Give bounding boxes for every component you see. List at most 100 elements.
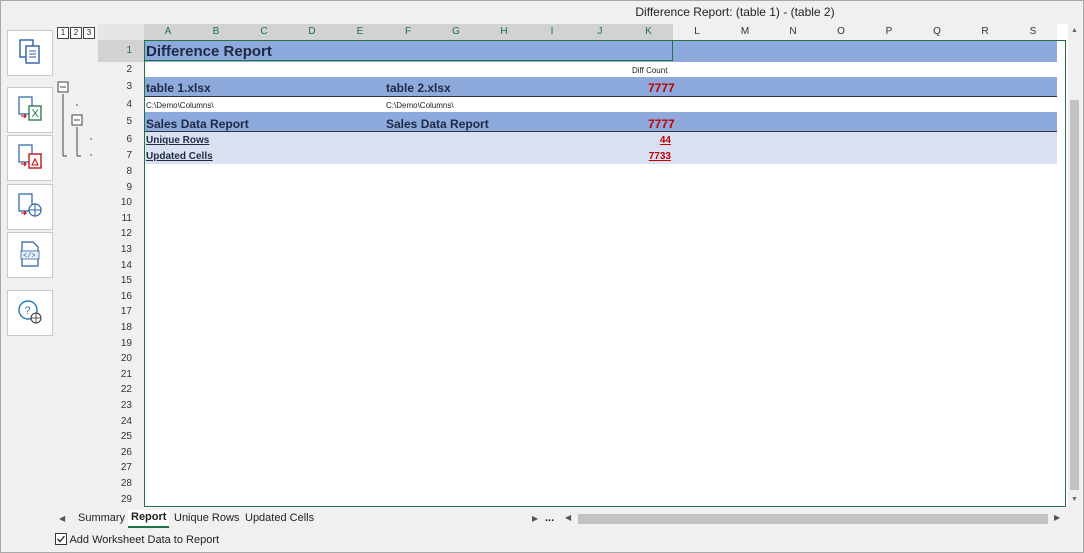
row-header-11[interactable]: 11	[98, 210, 144, 227]
left-sheet-name[interactable]: Sales Data Report	[146, 117, 249, 131]
row-header-29[interactable]: 29	[98, 491, 144, 508]
tab-next-icon[interactable]: ▶	[532, 511, 538, 526]
row-header-27[interactable]: 27	[98, 460, 144, 477]
add-worksheet-data-label: Add Worksheet Data to Report	[69, 534, 220, 546]
column-header-q[interactable]: Q	[913, 24, 961, 40]
column-header-h[interactable]: H	[480, 24, 528, 40]
sheet-border	[144, 40, 1066, 507]
unique-rows-link[interactable]: Unique Rows	[146, 135, 209, 146]
column-header-a[interactable]: A	[144, 24, 192, 40]
column-header-o[interactable]: O	[817, 24, 865, 40]
row-header-16[interactable]: 16	[98, 288, 144, 305]
right-sheet-name[interactable]: Sales Data Report	[386, 117, 489, 131]
column-header-e[interactable]: E	[336, 24, 384, 40]
report-title[interactable]: Difference Report	[146, 43, 272, 60]
row-header-19[interactable]: 19	[98, 335, 144, 352]
export-xml-button[interactable]: </>	[7, 232, 53, 278]
column-header-b[interactable]: B	[192, 24, 240, 40]
row-header-20[interactable]: 20	[98, 351, 144, 368]
scroll-right-icon[interactable]: ▶	[1054, 513, 1060, 522]
sheet-diff-count[interactable]: 7777	[648, 117, 675, 131]
scroll-up-icon[interactable]: ▲	[1071, 27, 1078, 34]
column-header-f[interactable]: F	[384, 24, 432, 40]
column-header-n[interactable]: N	[769, 24, 817, 40]
outline-level-3-button[interactable]: 3	[83, 27, 95, 39]
outline-level-2-button[interactable]: 2	[70, 27, 82, 39]
row-header-13[interactable]: 13	[98, 242, 144, 258]
tab-summary[interactable]: Summary	[78, 511, 125, 526]
column-header-c[interactable]: C	[240, 24, 288, 40]
row-header-23[interactable]: 23	[98, 398, 144, 414]
row-header-22[interactable]: 22	[98, 382, 144, 399]
vertical-scroll-thumb[interactable]	[1070, 100, 1079, 490]
row-header-4[interactable]: 4	[98, 97, 144, 112]
column-header-g[interactable]: G	[432, 24, 480, 40]
horizontal-scrollbar[interactable]: ◀ ▶	[560, 512, 1065, 526]
row-header-12[interactable]: 12	[98, 226, 144, 243]
horizontal-scroll-thumb[interactable]	[578, 514, 1048, 524]
column-header-l[interactable]: L	[673, 24, 721, 40]
left-file-name[interactable]: table 1.xlsx	[146, 81, 211, 95]
row-band-stats	[145, 132, 1057, 164]
unique-rows-count[interactable]: 44	[638, 135, 671, 146]
row-header-18[interactable]: 18	[98, 320, 144, 336]
tab-unique-rows[interactable]: Unique Rows	[174, 511, 239, 526]
outline-level-1-button[interactable]: 1	[57, 27, 69, 39]
row-header-28[interactable]: 28	[98, 476, 144, 492]
select-all-corner[interactable]	[98, 24, 144, 40]
row-header-7[interactable]: 7	[98, 148, 144, 164]
export-web-button[interactable]	[7, 184, 53, 230]
row-header-3[interactable]: 3	[98, 77, 144, 97]
updated-cells-link[interactable]: Updated Cells	[146, 151, 213, 162]
spreadsheet-grid[interactable]: ABCDEFGHIJKLMNOPQRS 1 2 3 4 5 6 7 8 9 10 11 12 13 14 1…	[98, 24, 1068, 508]
copy-button[interactable]	[7, 30, 53, 76]
scroll-down-icon[interactable]: ▼	[1071, 496, 1078, 503]
column-header-d[interactable]: D	[288, 24, 336, 40]
row-header-26[interactable]: 26	[98, 444, 144, 461]
row-header-9[interactable]: 9	[98, 179, 144, 196]
row-header-21[interactable]: 21	[98, 366, 144, 383]
help-web-icon: ?	[17, 299, 43, 328]
tab-prev-icon[interactable]: ◀	[59, 511, 65, 526]
updated-cells-count[interactable]: 7733	[638, 151, 671, 162]
row-header-14[interactable]: 14	[98, 257, 144, 274]
help-button[interactable]: ?	[7, 290, 53, 336]
row-header-1[interactable]: 1	[98, 40, 144, 62]
column-header-m[interactable]: M	[721, 24, 769, 40]
right-file-name[interactable]: table 2.xlsx	[386, 81, 451, 95]
export-xml-icon: </>	[17, 240, 43, 270]
svg-text:?: ?	[25, 305, 31, 317]
file-diff-count[interactable]: 7777	[648, 81, 675, 95]
outline-gutter	[57, 81, 92, 157]
row-header-2[interactable]: 2	[98, 62, 144, 77]
row-header-8[interactable]: 8	[98, 164, 144, 180]
row-header-10[interactable]: 10	[98, 195, 144, 212]
column-header-j[interactable]: J	[576, 24, 624, 40]
column-header-r[interactable]: R	[961, 24, 1009, 40]
tab-updated-cells[interactable]: Updated Cells	[245, 511, 314, 526]
svg-text:</>: </>	[23, 252, 36, 260]
row-header-6[interactable]: 6	[98, 132, 144, 148]
row-header-24[interactable]: 24	[98, 413, 144, 430]
column-header-p[interactable]: P	[865, 24, 913, 40]
row-header-15[interactable]: 15	[98, 273, 144, 290]
scroll-left-icon[interactable]: ◀	[565, 513, 571, 522]
column-header-k[interactable]: K	[624, 24, 673, 40]
row-header-17[interactable]: 17	[98, 304, 144, 321]
vertical-scrollbar[interactable]: ▲ ▼	[1068, 24, 1081, 508]
export-pdf-button[interactable]	[7, 135, 53, 181]
column-header-i[interactable]: I	[528, 24, 576, 40]
row-header-25[interactable]: 25	[98, 429, 144, 446]
left-file-path[interactable]: C:\Demo\Columns\	[146, 101, 214, 110]
add-worksheet-data-option[interactable]: Add Worksheet Data to Report	[55, 533, 219, 546]
row-header-5[interactable]: 5	[98, 112, 144, 132]
right-file-path[interactable]: C:\Demo\Columns\	[386, 101, 454, 110]
tab-more-button[interactable]: ...	[545, 511, 554, 526]
tab-report[interactable]: Report	[128, 510, 170, 528]
diff-count-label[interactable]: Diff Count	[632, 66, 667, 75]
svg-text:X: X	[32, 108, 40, 120]
column-header-s[interactable]: S	[1009, 24, 1057, 40]
window-title: Difference Report: (table 1) - (table 2)	[635, 5, 835, 19]
add-worksheet-data-checkbox[interactable]	[55, 533, 67, 545]
export-excel-button[interactable]: X	[7, 87, 53, 133]
